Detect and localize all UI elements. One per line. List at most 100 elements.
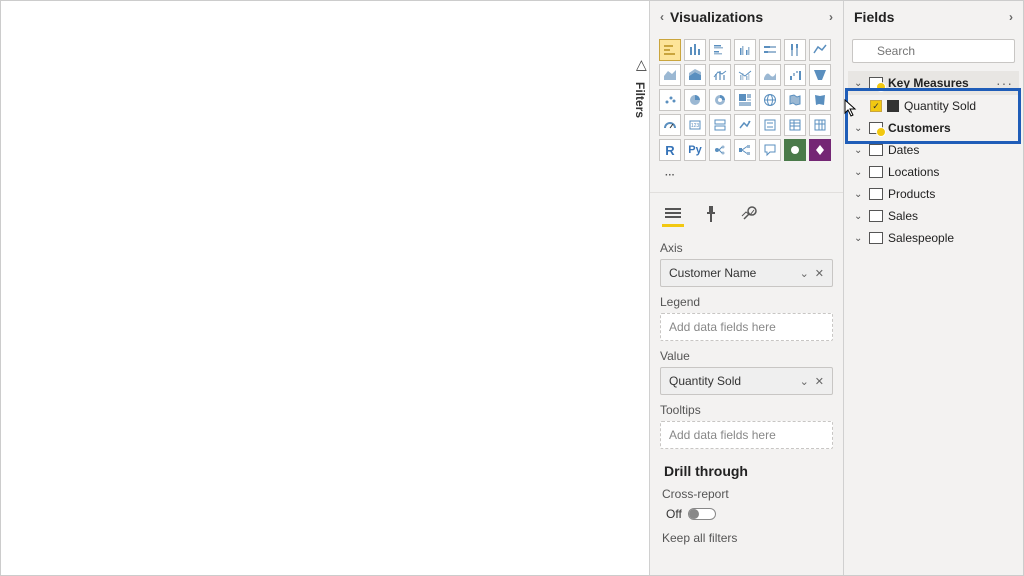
table-label: Key Measures (888, 76, 991, 90)
stacked-bar-chart-icon[interactable] (659, 39, 681, 61)
chevron-right-icon[interactable]: › (1009, 10, 1013, 24)
table-label: Sales (888, 209, 1013, 223)
axis-value: Customer Name (669, 266, 756, 280)
value-value: Quantity Sold (669, 374, 741, 388)
filters-pane-collapsed[interactable]: ▷ Filters (631, 51, 649, 124)
chevron-down-icon[interactable]: ⌄ (800, 375, 809, 388)
stacked-area-chart-icon[interactable] (684, 64, 706, 86)
scatter-chart-icon[interactable] (659, 89, 681, 111)
checkbox-checked-icon[interactable]: ✓ (870, 100, 882, 112)
waterfall-chart-icon[interactable] (784, 64, 806, 86)
table-sales[interactable]: ⌄ Sales (848, 205, 1019, 227)
remove-icon[interactable]: ✕ (815, 375, 824, 388)
line-clustered-column-icon[interactable] (734, 64, 756, 86)
multi-row-card-icon[interactable] (709, 114, 731, 136)
fields-title: Fields (854, 9, 894, 25)
tooltips-placeholder: Add data fields here (669, 428, 776, 442)
qa-visual-icon[interactable] (759, 139, 781, 161)
chevron-down-icon[interactable]: ⌄ (800, 267, 809, 280)
funnel-chart-icon[interactable] (809, 64, 831, 86)
fields-tab[interactable] (662, 201, 684, 227)
slicer-icon[interactable] (759, 114, 781, 136)
stacked-column-chart-icon[interactable] (684, 39, 706, 61)
remove-icon[interactable]: ✕ (815, 267, 824, 280)
fields-tree: ⌄ Key Measures ··· ✓ Quantity Sold ⌄ Cus… (844, 69, 1023, 251)
expand-icon[interactable]: ⌄ (854, 211, 864, 222)
hundred-stacked-column-icon[interactable] (784, 39, 806, 61)
table-label: Locations (888, 165, 1013, 179)
hundred-stacked-bar-icon[interactable] (759, 39, 781, 61)
tooltips-label: Tooltips (660, 403, 833, 417)
card-icon[interactable]: 123 (684, 114, 706, 136)
matrix-icon[interactable] (809, 114, 831, 136)
expand-icon[interactable]: ⌄ (854, 189, 864, 200)
python-visual-icon[interactable]: Py (684, 139, 706, 161)
chevron-right-icon[interactable]: › (829, 10, 833, 24)
table-label: Products (888, 187, 1013, 201)
line-stacked-column-icon[interactable] (709, 64, 731, 86)
value-label: Value (660, 349, 833, 363)
arcgis-icon[interactable] (784, 139, 806, 161)
tooltips-well[interactable]: Add data fields here (660, 421, 833, 449)
clustered-bar-chart-icon[interactable] (709, 39, 731, 61)
donut-chart-icon[interactable] (709, 89, 731, 111)
ribbon-chart-icon[interactable] (759, 64, 781, 86)
expand-icon[interactable]: ⌄ (854, 78, 864, 89)
table-key-measures[interactable]: ⌄ Key Measures ··· (848, 71, 1019, 95)
table-icon (869, 232, 883, 244)
table-salespeople[interactable]: ⌄ Salespeople (848, 227, 1019, 249)
report-canvas[interactable]: ▷ Filters (1, 1, 649, 575)
value-well[interactable]: Quantity Sold ⌄ ✕ (660, 367, 833, 395)
visualization-gallery: 123 R Py ··· (650, 33, 843, 192)
powerapps-icon[interactable] (809, 139, 831, 161)
field-quantity-sold[interactable]: ✓ Quantity Sold (848, 95, 1019, 117)
area-chart-icon[interactable] (659, 64, 681, 86)
search-input[interactable] (852, 39, 1015, 63)
filters-label: Filters (633, 82, 647, 118)
legend-label: Legend (660, 295, 833, 309)
table-icon[interactable] (784, 114, 806, 136)
svg-text:123: 123 (691, 123, 700, 129)
visualizations-pane: ‹ Visualizations › (649, 1, 843, 575)
kpi-icon[interactable] (734, 114, 756, 136)
table-customers[interactable]: ⌄ Customers (848, 117, 1019, 139)
table-label: Customers (888, 121, 1013, 135)
filled-map-icon[interactable] (784, 89, 806, 111)
drill-through-title: Drill through (662, 459, 831, 487)
expand-icon[interactable]: ⌄ (854, 123, 864, 134)
more-options-icon[interactable]: ··· (996, 75, 1013, 91)
table-products[interactable]: ⌄ Products (848, 183, 1019, 205)
table-icon (869, 166, 883, 178)
keep-all-filters-label: Keep all filters (662, 531, 831, 545)
line-chart-icon[interactable] (809, 39, 831, 61)
expand-icon[interactable]: ⌄ (854, 145, 864, 156)
r-visual-icon[interactable]: R (659, 139, 681, 161)
table-icon (869, 210, 883, 222)
table-locations[interactable]: ⌄ Locations (848, 161, 1019, 183)
pie-chart-icon[interactable] (684, 89, 706, 111)
treemap-icon[interactable] (734, 89, 756, 111)
expand-icon[interactable]: ⌄ (854, 233, 864, 244)
table-label: Salespeople (888, 231, 1013, 245)
format-tabs (650, 192, 843, 227)
key-influencers-icon[interactable] (709, 139, 731, 161)
axis-label: Axis (660, 241, 833, 255)
cross-report-label: Cross-report (662, 487, 831, 501)
table-label: Dates (888, 143, 1013, 157)
axis-well[interactable]: Customer Name ⌄ ✕ (660, 259, 833, 287)
analytics-tab[interactable] (738, 201, 760, 227)
table-dates[interactable]: ⌄ Dates (848, 139, 1019, 161)
field-label: Quantity Sold (904, 99, 1013, 113)
expand-icon[interactable]: ⌄ (854, 167, 864, 178)
format-tab[interactable] (700, 201, 722, 227)
shape-map-icon[interactable] (809, 89, 831, 111)
gauge-icon[interactable] (659, 114, 681, 136)
toggle-track (688, 508, 716, 520)
clustered-column-chart-icon[interactable] (734, 39, 756, 61)
decomposition-tree-icon[interactable] (734, 139, 756, 161)
legend-well[interactable]: Add data fields here (660, 313, 833, 341)
cross-report-toggle[interactable]: Off (666, 507, 716, 521)
map-icon[interactable] (759, 89, 781, 111)
more-visuals-icon[interactable]: ··· (659, 164, 681, 186)
filter-icon: ▷ (632, 60, 649, 71)
